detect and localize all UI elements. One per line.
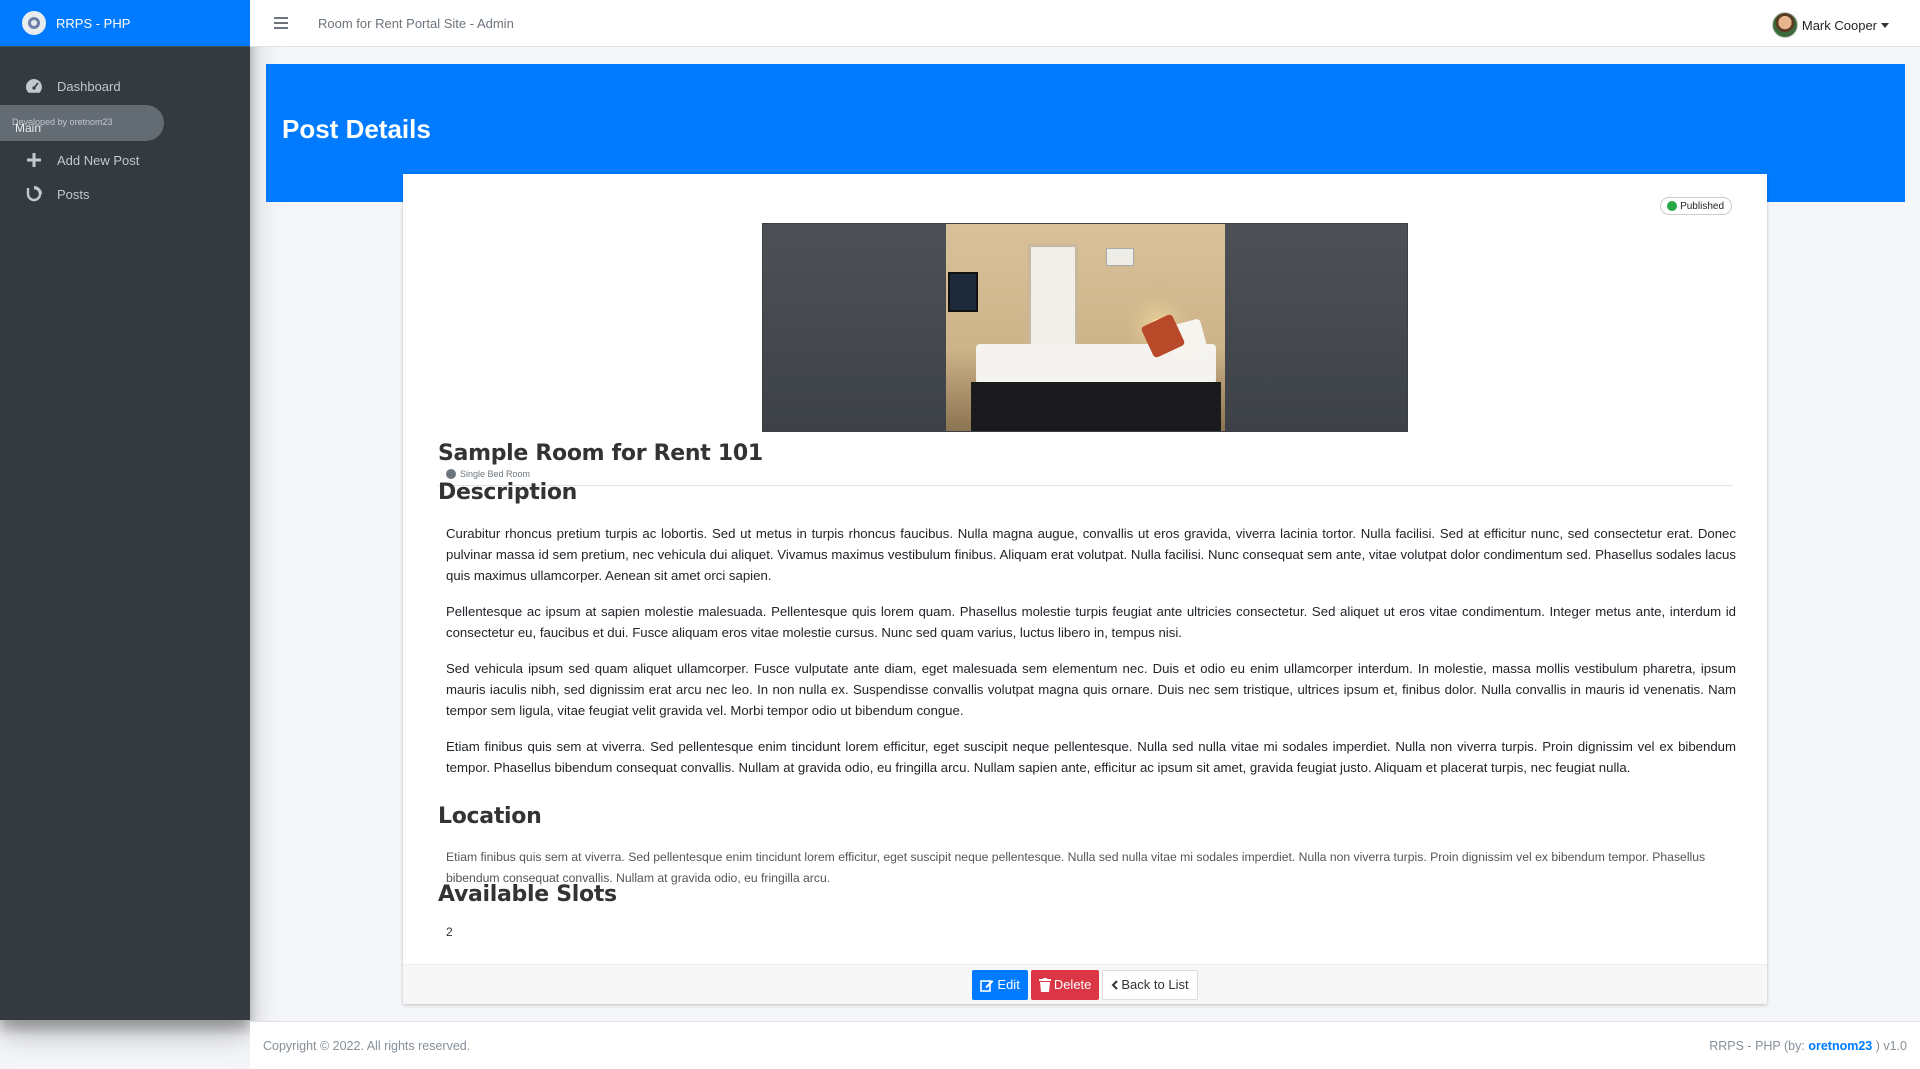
description-heading: Description (438, 480, 577, 505)
sidebar-item-posts[interactable]: Posts (0, 177, 250, 211)
sidebar-nav: Dashboard Developed by oretnom23 Main Ad… (0, 47, 250, 211)
sidebar-item-label: Add New Post (57, 152, 140, 168)
status-label: Published (1680, 200, 1724, 212)
site-title: Room for Rent Portal Site - Admin (318, 15, 514, 31)
edit-icon (980, 978, 994, 992)
delete-label: Delete (1053, 977, 1092, 992)
copyright-text: Copyright © 2022. All rights reserved. (263, 1039, 471, 1053)
sidebar-header-main: Developed by oretnom23 Main (0, 105, 250, 141)
room-type-dot-icon (446, 469, 456, 479)
page-title: Post Details (282, 114, 431, 144)
room-type-label: Single Bed Room (460, 469, 531, 479)
edit-label: Edit (997, 977, 1020, 992)
credit-prefix: RRPS - PHP (by: (1709, 1039, 1809, 1053)
location-heading: Location (438, 804, 542, 829)
post-title: Sample Room for Rent 101 (438, 441, 763, 466)
slots-heading: Available Slots (438, 882, 617, 907)
description-paragraph: Etiam finibus quis sem at viverra. Sed p… (446, 739, 1736, 775)
sidebar-item-label: Dashboard (57, 78, 121, 94)
brand-logo-icon (22, 11, 46, 35)
card-footer: Edit Delete Back to List (403, 964, 1767, 1004)
divider (438, 485, 1733, 486)
avatar (1771, 12, 1798, 38)
status-dot-icon (1667, 201, 1678, 211)
description-text: Curabitur rhoncus pretium turpis ac lobo… (446, 523, 1736, 793)
user-menu[interactable]: Mark Cooper (1771, 12, 1889, 38)
sidebar-item-add-new-post[interactable]: Add New Post (0, 143, 250, 177)
post-details-card: Published Sample Room for Rent 101 Singl… (403, 174, 1767, 1004)
footer-credit: RRPS - PHP (by: oretnom23 ) v1.0 (1709, 1039, 1907, 1053)
description-paragraph: Curabitur rhoncus pretium turpis ac lobo… (446, 526, 1736, 583)
sidebar-header-label: Main (15, 121, 42, 135)
chevron-left-icon (1111, 979, 1119, 990)
back-label: Back to List (1121, 977, 1189, 992)
caret-down-icon (1881, 22, 1889, 28)
top-navbar: Room for Rent Portal Site - Admin Mark C… (250, 0, 1920, 47)
room-type: Single Bed Room (446, 469, 530, 479)
status-badge: Published (1660, 197, 1732, 215)
blog-icon (24, 184, 44, 204)
menu-toggle-icon[interactable] (274, 17, 288, 29)
location-text: Etiam finibus quis sem at viverra. Sed p… (446, 850, 1706, 885)
back-to-list-button[interactable]: Back to List (1102, 969, 1198, 1000)
edit-button[interactable]: Edit (972, 969, 1028, 1000)
post-image (762, 223, 1408, 432)
user-name: Mark Cooper (1801, 17, 1877, 33)
brand-name: RRPS - PHP (56, 15, 131, 31)
description-paragraph: Pellentesque ac ipsum at sapien molestie… (446, 604, 1736, 640)
plus-icon (24, 150, 44, 170)
author-link[interactable]: oretnom23 (1808, 1039, 1872, 1053)
description-paragraph: Sed vehicula ipsum sed quam aliquet ulla… (446, 661, 1736, 718)
room-photo (946, 224, 1225, 431)
credit-suffix: ) v1.0 (1872, 1039, 1907, 1053)
brand-link[interactable]: RRPS - PHP (0, 0, 250, 47)
slots-value: 2 (446, 925, 453, 939)
sidebar: RRPS - PHP Dashboard Developed by oretno… (0, 0, 250, 1020)
sidebar-item-label: Posts (57, 186, 90, 202)
sidebar-item-dashboard[interactable]: Dashboard (0, 69, 250, 103)
page-footer: Copyright © 2022. All rights reserved. R… (250, 1021, 1920, 1069)
trash-icon (1038, 977, 1051, 992)
delete-button[interactable]: Delete (1030, 969, 1100, 1000)
tachometer-icon (24, 76, 44, 96)
